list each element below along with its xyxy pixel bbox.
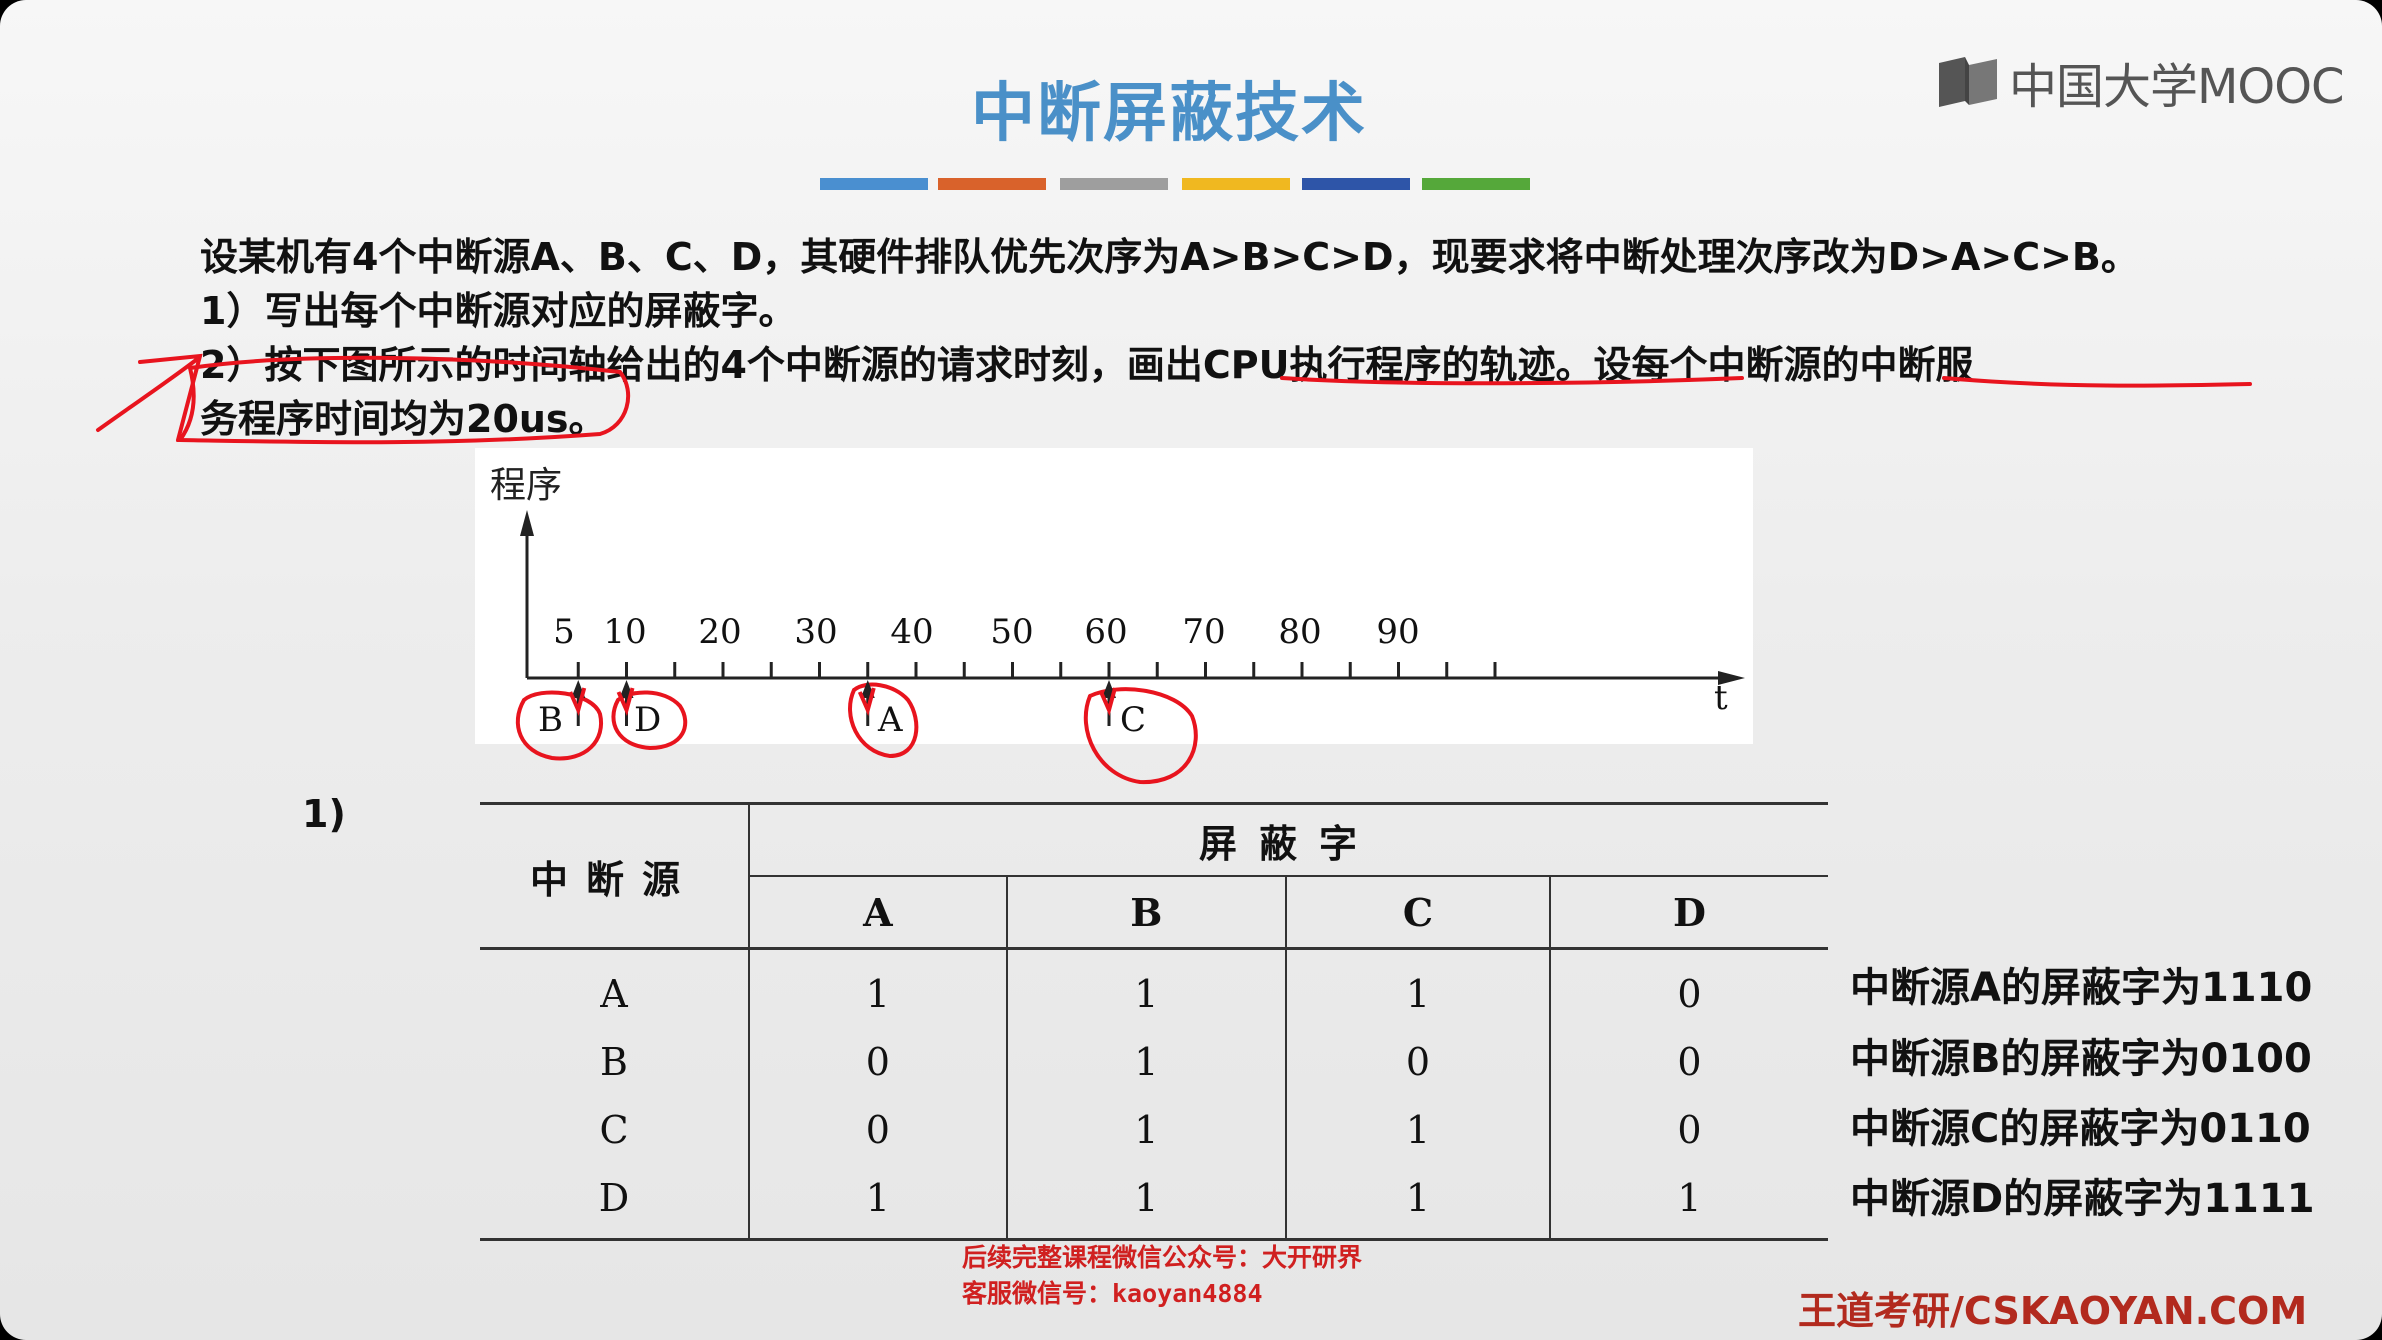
request-arrow-b <box>568 680 587 726</box>
request-arrow-a <box>857 680 876 726</box>
request-arrow-c <box>1099 680 1117 726</box>
request-arrows <box>568 680 1117 726</box>
lecture-slide: 中断屏蔽技术 中国大学MOOC 设某机有4个中断源A、B、C、D，其硬件排队优先… <box>0 0 2382 1340</box>
request-arrow-d <box>616 680 635 726</box>
